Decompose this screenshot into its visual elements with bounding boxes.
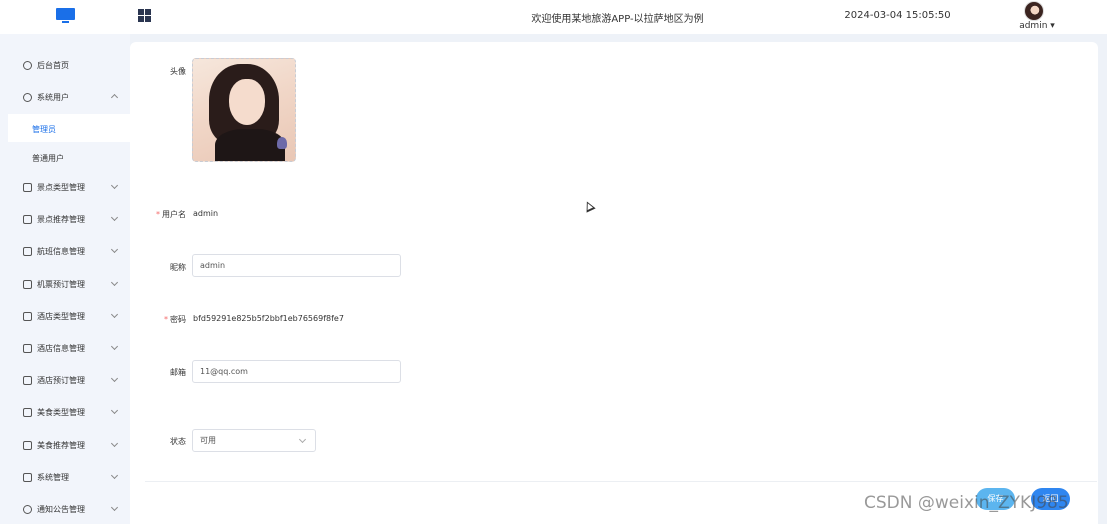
list-icon xyxy=(23,280,32,289)
chevron-down-icon xyxy=(110,310,119,319)
sidebar-item-dashboard[interactable]: 后台首页 xyxy=(0,50,130,82)
user-avatar[interactable] xyxy=(1024,1,1044,21)
sidebar-item-label: 美食推荐管理 xyxy=(37,441,85,450)
app-title: 欢迎使用某地旅游APP-以拉萨地区为例 xyxy=(531,14,704,25)
chevron-down-icon xyxy=(110,245,119,254)
avatar-upload[interactable] xyxy=(192,58,296,162)
sidebar-item-label: 航班信息管理 xyxy=(37,247,85,256)
sidebar-item-food-recommend[interactable]: 美食推荐管理 xyxy=(0,430,130,462)
list-icon xyxy=(23,408,32,417)
chevron-down-icon xyxy=(110,374,119,383)
sidebar-item-system-users[interactable]: 系统用户 xyxy=(0,82,130,114)
sidebar-item-label: 景点推荐管理 xyxy=(37,215,85,224)
sidebar-item-scenic-recommend[interactable]: 景点推荐管理 xyxy=(0,204,130,236)
list-icon xyxy=(23,376,32,385)
sidebar-item-scenic-type[interactable]: 景点类型管理 xyxy=(0,172,130,204)
chevron-down-icon xyxy=(110,406,119,415)
watermark: CSDN @weixin_ZYKJ985 xyxy=(864,493,1069,513)
user-icon xyxy=(23,93,32,102)
chevron-up-icon xyxy=(110,93,119,102)
chevron-down-icon xyxy=(110,278,119,287)
monitor-logo-icon[interactable] xyxy=(56,8,75,23)
list-icon xyxy=(23,183,32,192)
sidebar-item-hotel-booking[interactable]: 酒店预订管理 xyxy=(0,365,130,397)
sidebar-item-label: 后台首页 xyxy=(37,61,69,70)
chevron-down-icon xyxy=(110,471,119,480)
sidebar-subitem-normal-users[interactable]: 普通用户 xyxy=(8,143,130,171)
sidebar-item-label: 酒店类型管理 xyxy=(37,312,85,321)
sidebar-item-notice-manage[interactable]: 通知公告管理 xyxy=(0,494,130,524)
password-value: bfd59291e825b5f2bbf1eb76569f8fe7 xyxy=(193,314,344,323)
folder-icon xyxy=(23,473,32,482)
chevron-down-icon xyxy=(110,213,119,222)
sidebar-item-system-manage[interactable]: 系统管理 xyxy=(0,462,130,494)
username-label: * 用户名 xyxy=(156,210,186,219)
email-label: 邮箱 xyxy=(170,368,186,377)
sidebar-item-ticket-booking[interactable]: 机票预订管理 xyxy=(0,269,130,301)
email-input[interactable]: 11@qq.com xyxy=(192,360,401,383)
sidebar-item-food-type[interactable]: 美食类型管理 xyxy=(0,397,130,429)
list-icon xyxy=(23,215,32,224)
list-icon xyxy=(23,344,32,353)
chevron-down-icon xyxy=(110,181,119,190)
sidebar-item-label: 景点类型管理 xyxy=(37,183,85,192)
sidebar-item-hotel-info[interactable]: 酒店信息管理 xyxy=(0,333,130,365)
list-icon xyxy=(23,312,32,321)
list-icon xyxy=(23,247,32,256)
username-value: admin xyxy=(193,209,219,218)
sidebar-item-flight-info[interactable]: 航班信息管理 xyxy=(0,236,130,268)
sidebar-subitem-label: 普通用户 xyxy=(32,154,64,163)
avatar-label: 头像 xyxy=(170,67,186,76)
status-label: 状态 xyxy=(170,437,186,446)
sidebar-item-label: 系统管理 xyxy=(37,473,69,482)
form-divider xyxy=(145,481,1097,482)
top-bar: 欢迎使用某地旅游APP-以拉萨地区为例 2024-03-04 15:05:50 … xyxy=(0,0,1107,34)
sidebar-item-hotel-type[interactable]: 酒店类型管理 xyxy=(0,301,130,333)
sun-icon xyxy=(23,505,32,514)
sidebar-item-label: 机票预订管理 xyxy=(37,280,85,289)
chevron-down-icon xyxy=(110,342,119,351)
chevron-down-icon xyxy=(110,503,119,512)
list-icon xyxy=(23,441,32,450)
sidebar-subitem-label: 管理员 xyxy=(32,125,56,134)
nickname-label: 昵称 xyxy=(170,263,186,272)
chevron-down-icon xyxy=(110,439,119,448)
butterfly-icon xyxy=(277,137,287,149)
user-name: admin xyxy=(1019,21,1048,31)
current-datetime: 2024-03-04 15:05:50 xyxy=(844,10,951,21)
password-label: * 密码 xyxy=(164,315,186,324)
status-select[interactable]: 可用 xyxy=(192,429,316,452)
sidebar-item-label: 美食类型管理 xyxy=(37,408,85,417)
grid-menu-icon[interactable] xyxy=(138,9,151,22)
nickname-input[interactable]: admin xyxy=(192,254,401,277)
user-menu[interactable]: admin ▾ xyxy=(1017,21,1057,31)
sidebar-item-label: 通知公告管理 xyxy=(37,505,85,514)
clock-icon xyxy=(23,61,32,70)
sidebar-item-label: 酒店预订管理 xyxy=(37,376,85,385)
sidebar-subitem-admin[interactable]: 管理员 xyxy=(8,114,130,142)
sidebar-item-label: 系统用户 xyxy=(37,93,69,102)
sidebar: 后台首页 系统用户 管理员 普通用户 景点类型管理 景点推荐管理 航班信息管理 … xyxy=(0,34,130,524)
sidebar-item-label: 酒店信息管理 xyxy=(37,344,85,353)
